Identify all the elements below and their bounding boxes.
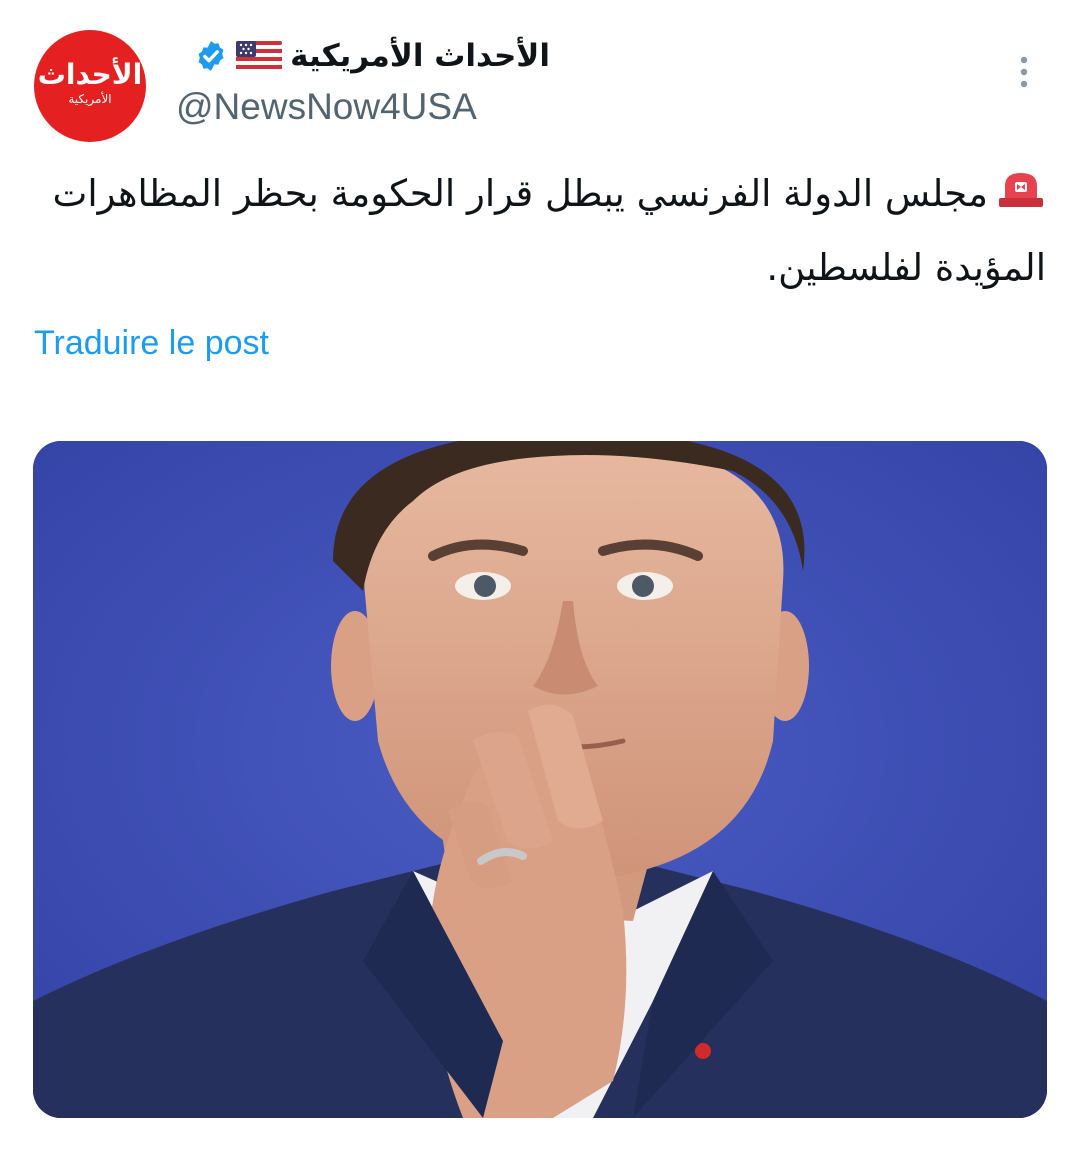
display-name[interactable]: الأحداث الأمريكية — [290, 38, 550, 74]
more-vertical-icon[interactable] — [1010, 50, 1038, 94]
us-flag-icon — [236, 41, 283, 71]
post-text-container: مجلس الدولة الفرنسي يبطل قرار الحكومة بح… — [36, 158, 1046, 304]
translate-post-link[interactable]: Traduire le post — [34, 324, 269, 363]
police-siren-icon — [996, 160, 1046, 232]
post-media-image[interactable] — [33, 441, 1047, 1118]
user-handle[interactable]: @NewsNow4USA — [176, 86, 477, 128]
avatar-logo-subtext: الأمريكية — [68, 92, 112, 106]
post-text: مجلس الدولة الفرنسي يبطل قرار الحكومة بح… — [52, 172, 1046, 289]
avatar-logo-text: الأحداث — [37, 58, 143, 91]
author-name-row[interactable]: الأحداث الأمريكية — [194, 34, 550, 78]
verified-badge-icon[interactable] — [194, 39, 228, 73]
photo-of-man-icon — [33, 441, 1047, 1118]
avatar[interactable]: الأحداث الأمريكية — [34, 30, 146, 142]
